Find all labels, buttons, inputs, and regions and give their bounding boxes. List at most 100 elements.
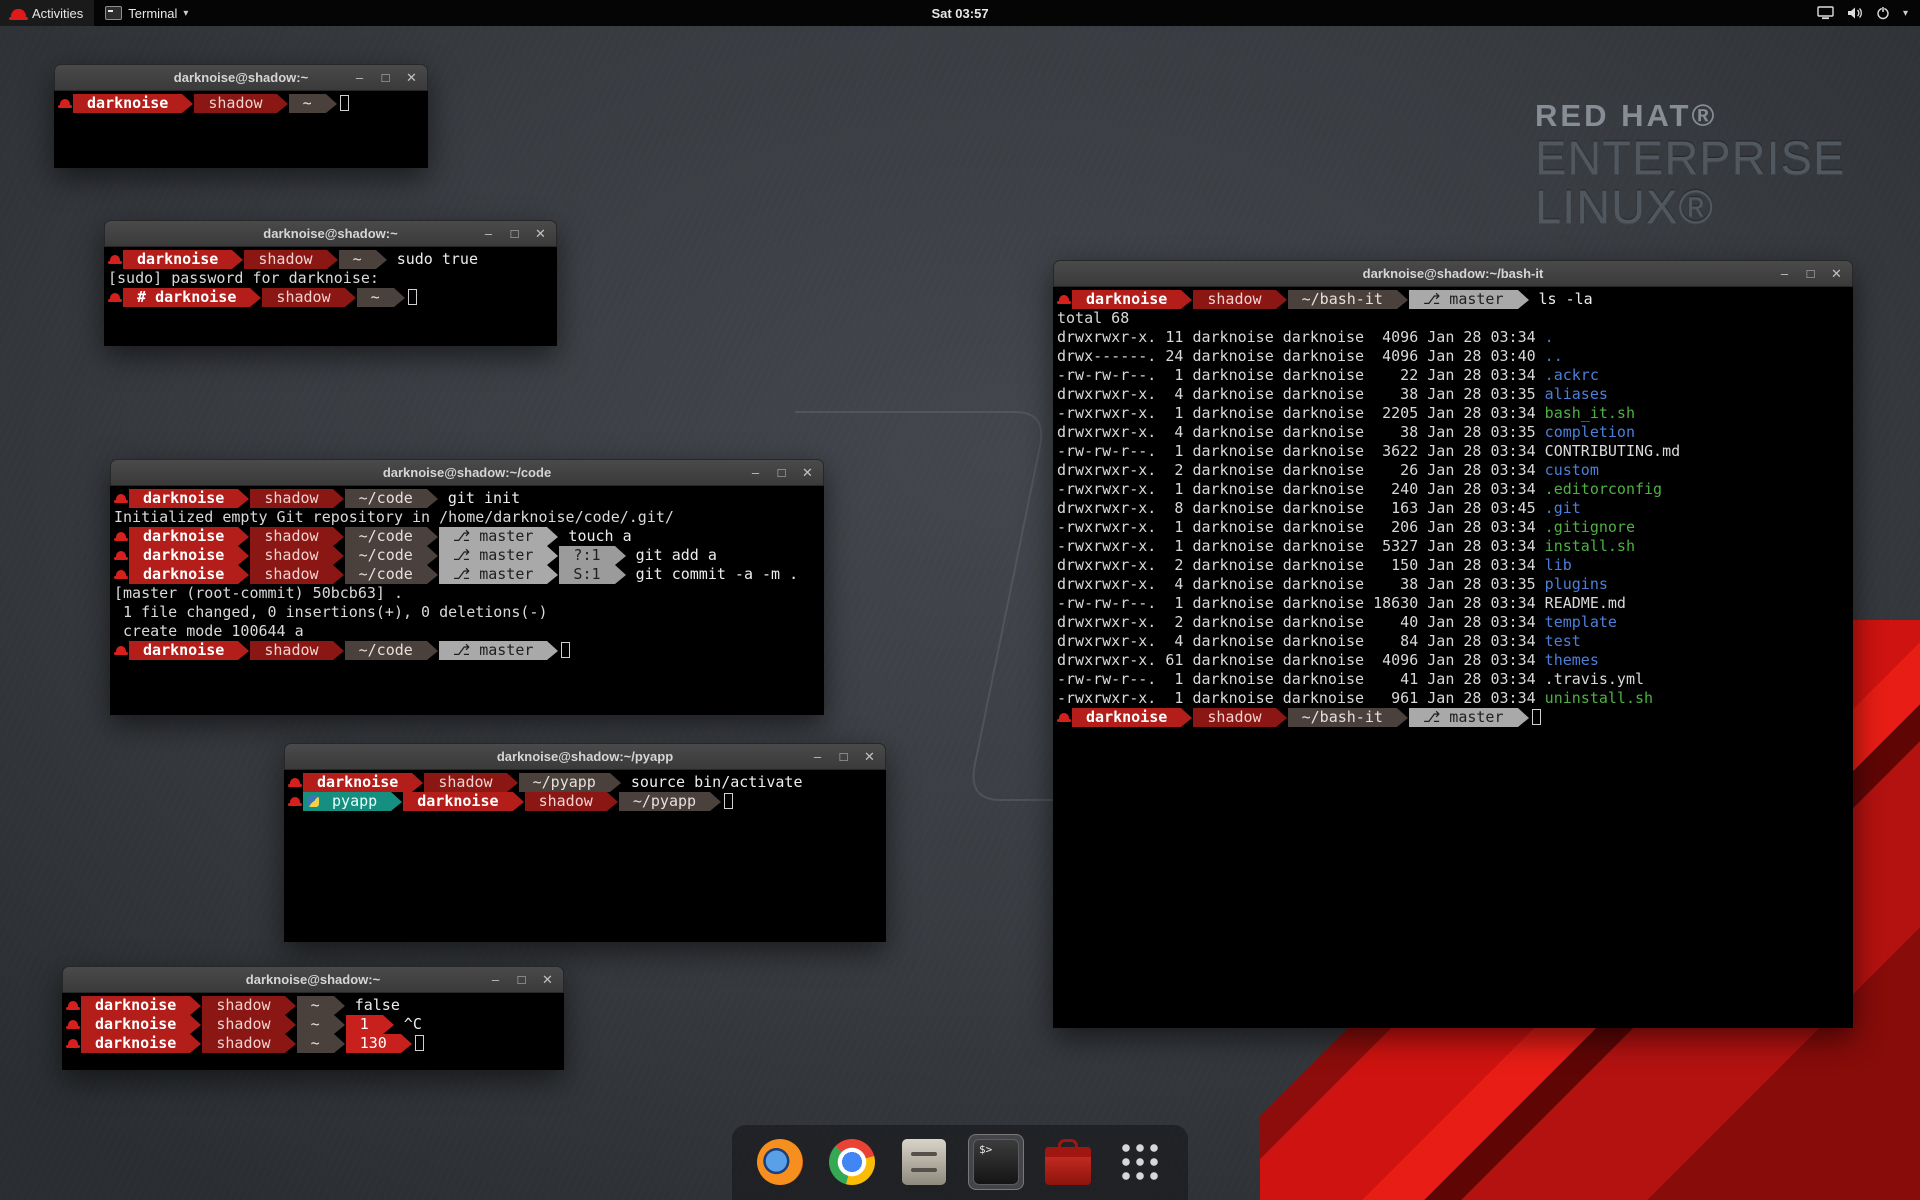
terminal-icon[interactable] — [968, 1134, 1024, 1190]
redhat-icon — [58, 94, 73, 113]
terminal-line: darknoise shadow ~/code ⎇ master — [114, 641, 824, 660]
firefox-icon[interactable] — [752, 1134, 808, 1190]
redhat-icon — [1057, 290, 1072, 309]
clock[interactable]: Sat 03:57 — [921, 0, 998, 26]
rhel-brand-logo: RED HAT® ENTERPRISE LINUX® — [1535, 98, 1845, 232]
close-button[interactable]: ✕ — [863, 750, 876, 763]
prompt-segment-host: shadow — [424, 773, 506, 792]
terminal-text: ls -la — [1530, 290, 1593, 308]
app-menu[interactable]: Terminal ▾ — [94, 0, 199, 26]
terminal-line: darknoise shadow ~ 130 — [66, 1034, 564, 1053]
prompt-segment-path: ~/code — [345, 546, 427, 565]
terminal-cursor — [1532, 709, 1541, 725]
window-titlebar[interactable]: darknoise@shadow:~ – □ ✕ — [104, 220, 557, 247]
terminal-text: git init — [439, 489, 520, 507]
prompt-segment-path: ~ — [339, 250, 376, 269]
terminal-line: darknoise shadow ~ false — [66, 996, 564, 1015]
files-logo — [902, 1139, 946, 1185]
window-titlebar[interactable]: darknoise@shadow:~ – □ ✕ — [62, 966, 564, 993]
prompt-segment-path: ~ — [297, 1034, 334, 1053]
window-titlebar[interactable]: darknoise@shadow:~/code – □ ✕ — [110, 459, 824, 486]
maximize-button[interactable]: □ — [837, 750, 850, 763]
window-titlebar[interactable]: darknoise@shadow:~/bash-it – □ ✕ — [1053, 260, 1853, 287]
terminal-content[interactable]: darknoise shadow ~ false darknoise shado… — [62, 993, 564, 1070]
top-bar: Activities Terminal ▾ Sat 03:57 ▾ — [0, 0, 1920, 26]
terminal-line: drwxrwxr-x. 2 darknoise darknoise 26 Jan… — [1057, 461, 1853, 480]
prompt-segment-path: ~ — [289, 94, 326, 113]
prompt-segment-user: # darknoise — [123, 288, 250, 307]
minimize-button[interactable]: – — [489, 973, 502, 986]
terminal-text: template — [1545, 613, 1617, 631]
window-titlebar[interactable]: darknoise@shadow:~/pyapp – □ ✕ — [284, 743, 886, 770]
terminal-text: ^C — [395, 1015, 422, 1033]
minimize-button[interactable]: – — [353, 71, 366, 84]
terminal-line: darknoise shadow ~ 1 ^C — [66, 1015, 564, 1034]
close-button[interactable]: ✕ — [405, 71, 418, 84]
minimize-button[interactable]: – — [482, 227, 495, 240]
prompt-segment-user: darknoise — [81, 1015, 190, 1034]
prompt-segment-git2: ?:1 — [559, 546, 614, 565]
terminal-line: drwx------. 24 darknoise darknoise 4096 … — [1057, 347, 1853, 366]
maximize-button[interactable]: □ — [515, 973, 528, 986]
prompt-segment-host: shadow — [1193, 708, 1275, 727]
toolbox-logo — [1045, 1147, 1091, 1185]
prompt-segment-host: shadow — [250, 641, 332, 660]
brand-red-hat: RED HAT® — [1535, 98, 1845, 134]
maximize-button[interactable]: □ — [775, 466, 788, 479]
minimize-button[interactable]: – — [1778, 267, 1791, 280]
terminal-content[interactable]: darknoise shadow ~ — [54, 91, 428, 168]
app-menu-label: Terminal — [128, 6, 177, 21]
prompt-segment-path: ~ — [297, 1015, 334, 1034]
terminal-line: -rwxrwxr-x. 1 darknoise darknoise 5327 J… — [1057, 537, 1853, 556]
terminal-text: .ackrc — [1545, 366, 1599, 384]
terminal-line: drwxrwxr-x. 4 darknoise darknoise 38 Jan… — [1057, 385, 1853, 404]
terminal-text: -rwxrwxr-x. 1 darknoise darknoise 206 Ja… — [1057, 518, 1545, 536]
files-icon[interactable] — [896, 1134, 952, 1190]
close-button[interactable]: ✕ — [534, 227, 547, 240]
activities-button[interactable]: Activities — [0, 0, 94, 26]
terminal-text: drwxrwxr-x. 8 darknoise darknoise 163 Ja… — [1057, 499, 1545, 517]
terminal-line: 1 file changed, 0 insertions(+), 0 delet… — [114, 603, 824, 622]
terminal-line: drwxrwxr-x. 11 darknoise darknoise 4096 … — [1057, 328, 1853, 347]
prompt-segment-venv: pyapp — [303, 792, 391, 811]
close-button[interactable]: ✕ — [541, 973, 554, 986]
terminal-text: source bin/activate — [622, 773, 803, 791]
terminal-text: .travis.yml — [1545, 670, 1644, 688]
terminal-content[interactable]: darknoise shadow ~/code git initInitiali… — [110, 486, 824, 715]
terminal-content[interactable]: darknoise shadow ~/pyapp source bin/acti… — [284, 770, 886, 942]
close-button[interactable]: ✕ — [1830, 267, 1843, 280]
redhat-icon — [66, 1034, 81, 1053]
terminal-content[interactable]: darknoise shadow ~/bash-it ⎇ master ls -… — [1053, 287, 1853, 1028]
terminal-line: darknoise shadow ~/bash-it ⎇ master — [1057, 708, 1853, 727]
terminal-content[interactable]: darknoise shadow ~ sudo true[sudo] passw… — [104, 247, 557, 346]
system-status-area[interactable]: ▾ — [1805, 0, 1920, 26]
maximize-button[interactable]: □ — [508, 227, 521, 240]
prompt-segment-err: 130 — [346, 1034, 401, 1053]
app-grid-icon[interactable] — [1112, 1134, 1168, 1190]
prompt-segment-user: darknoise — [129, 546, 238, 565]
close-button[interactable]: ✕ — [801, 466, 814, 479]
prompt-segment-host: shadow — [250, 489, 332, 508]
chrome-icon[interactable] — [824, 1134, 880, 1190]
terminal-text: false — [346, 996, 400, 1014]
maximize-button[interactable]: □ — [379, 71, 392, 84]
terminal-line: create mode 100644 a — [114, 622, 824, 641]
terminal-text: touch a — [559, 527, 631, 545]
redhat-icon — [108, 250, 123, 269]
redhat-icon — [1057, 708, 1072, 727]
terminal-line: darknoise shadow ~/code ⎇ master ?:1 git… — [114, 546, 824, 565]
minimize-button[interactable]: – — [749, 466, 762, 479]
toolbox-icon[interactable] — [1040, 1134, 1096, 1190]
maximize-button[interactable]: □ — [1804, 267, 1817, 280]
prompt-segment-path: ~ — [357, 288, 394, 307]
minimize-button[interactable]: – — [811, 750, 824, 763]
terminal-line: darknoise shadow ~/bash-it ⎇ master ls -… — [1057, 290, 1853, 309]
prompt-segment-user: darknoise — [73, 94, 182, 113]
prompt-segment-user: darknoise — [129, 489, 238, 508]
terminal-text: completion — [1545, 423, 1635, 441]
prompt-segment-host: shadow — [250, 546, 332, 565]
terminal-window-bash-it: darknoise@shadow:~/bash-it – □ ✕ darknoi… — [1053, 260, 1853, 1028]
terminal-text: drwxrwxr-x. 2 darknoise darknoise 26 Jan… — [1057, 461, 1545, 479]
window-titlebar[interactable]: darknoise@shadow:~ – □ ✕ — [54, 64, 428, 91]
prompt-segment-path: ~/code — [345, 527, 427, 546]
